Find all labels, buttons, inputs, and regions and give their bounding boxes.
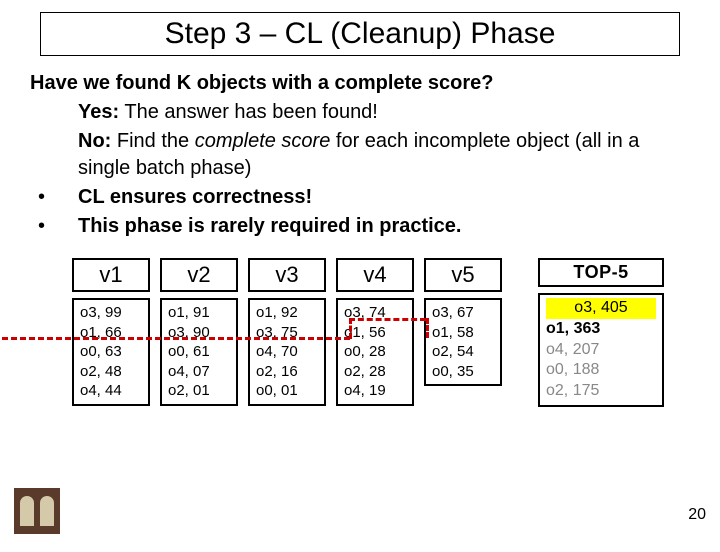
col-head: v1 [72,258,150,292]
dashed-line-v4 [349,318,352,339]
slide-title-box: Step 3 – CL (Cleanup) Phase [40,12,680,56]
no-text-a: Find the [117,130,195,152]
column-v5: v5 o3, 67 o1, 58 o2, 54 o0, 35 [424,258,502,386]
column-v3: v3 o1, 92 o3, 75 o4, 70 o2, 16 o0, 01 [248,258,326,406]
bullet-2: This phase is rarely required in practic… [78,213,462,240]
yes-text: The answer has been found! [124,101,378,123]
logo-icon [14,488,60,534]
slide-title: Step 3 – CL (Cleanup) Phase [59,17,661,51]
cell: o1, 56 [344,323,406,343]
col-head: v2 [160,258,238,292]
col-body: o3, 67 o1, 58 o2, 54 o0, 35 [424,298,502,386]
cell: o0, 35 [432,362,494,382]
col-body: o1, 92 o3, 75 o4, 70 o2, 16 o0, 01 [248,298,326,406]
cell: o2, 01 [168,381,230,401]
cell: o2, 54 [432,342,494,362]
dashed-line-v5 [426,318,429,338]
column-v4: v4 o3, 74 o1, 56 o0, 28 o2, 28 o4, 19 [336,258,414,406]
dashed-line-v4h [349,318,426,321]
cell: o4, 44 [80,381,142,401]
cell: o0, 01 [256,381,318,401]
answer-yes: Yes: The answer has been found! [78,99,690,126]
bullet-1-row: • CL ensures correctness! [30,184,690,211]
cell: o1, 92 [256,303,318,323]
tables-row: v1 o3, 99 o1, 66 o0, 63 o2, 48 o4, 44 v2… [0,240,720,407]
bullet-2-row: • This phase is rarely required in pract… [30,213,690,240]
col-head: v3 [248,258,326,292]
column-v2: v2 o1, 91 o3, 90 o0, 61 o4, 07 o2, 01 [160,258,238,406]
slide-content: Have we found K objects with a complete … [0,70,720,240]
top5-row-highlight: o3, 405 [546,298,656,319]
cell: o4, 19 [344,381,406,401]
no-label: No: [78,130,111,152]
top5-row: o1, 363 [546,319,656,340]
bullet-dot: • [30,213,78,240]
column-v1: v1 o3, 99 o1, 66 o0, 63 o2, 48 o4, 44 [72,258,150,406]
cell: o0, 61 [168,342,230,362]
top5-row: o4, 207 [546,340,656,361]
cell: o0, 28 [344,342,406,362]
yes-label: Yes: [78,101,119,123]
cell: o2, 16 [256,362,318,382]
question: Have we found K objects with a complete … [30,70,690,97]
cell: o2, 48 [80,362,142,382]
col-head: v5 [424,258,502,292]
col-body: o3, 74 o1, 56 o0, 28 o2, 28 o4, 19 [336,298,414,406]
column-top5: TOP-5 o3, 405 o1, 363 o4, 207 o0, 188 o2… [538,258,664,407]
cell: o4, 70 [256,342,318,362]
top5-row: o0, 188 [546,360,656,381]
cell: o0, 63 [80,342,142,362]
col-head: v4 [336,258,414,292]
dashed-line-main [2,337,350,340]
cell: o4, 07 [168,362,230,382]
page-number: 20 [688,506,706,524]
top5-head: TOP-5 [538,258,664,287]
cell: o2, 28 [344,362,406,382]
cell: o3, 99 [80,303,142,323]
no-text-italic: complete score [195,130,331,152]
bullet-dot: • [30,184,78,211]
cell: o1, 91 [168,303,230,323]
cell: o1, 58 [432,323,494,343]
answer-no: No: Find the complete score for each inc… [78,128,690,182]
cell: o3, 67 [432,303,494,323]
col-body: o3, 99 o1, 66 o0, 63 o2, 48 o4, 44 [72,298,150,406]
col-body: o1, 91 o3, 90 o0, 61 o4, 07 o2, 01 [160,298,238,406]
bullet-1: CL ensures correctness! [78,184,312,211]
top5-row: o2, 175 [546,381,656,402]
top5-body: o3, 405 o1, 363 o4, 207 o0, 188 o2, 175 [538,293,664,407]
